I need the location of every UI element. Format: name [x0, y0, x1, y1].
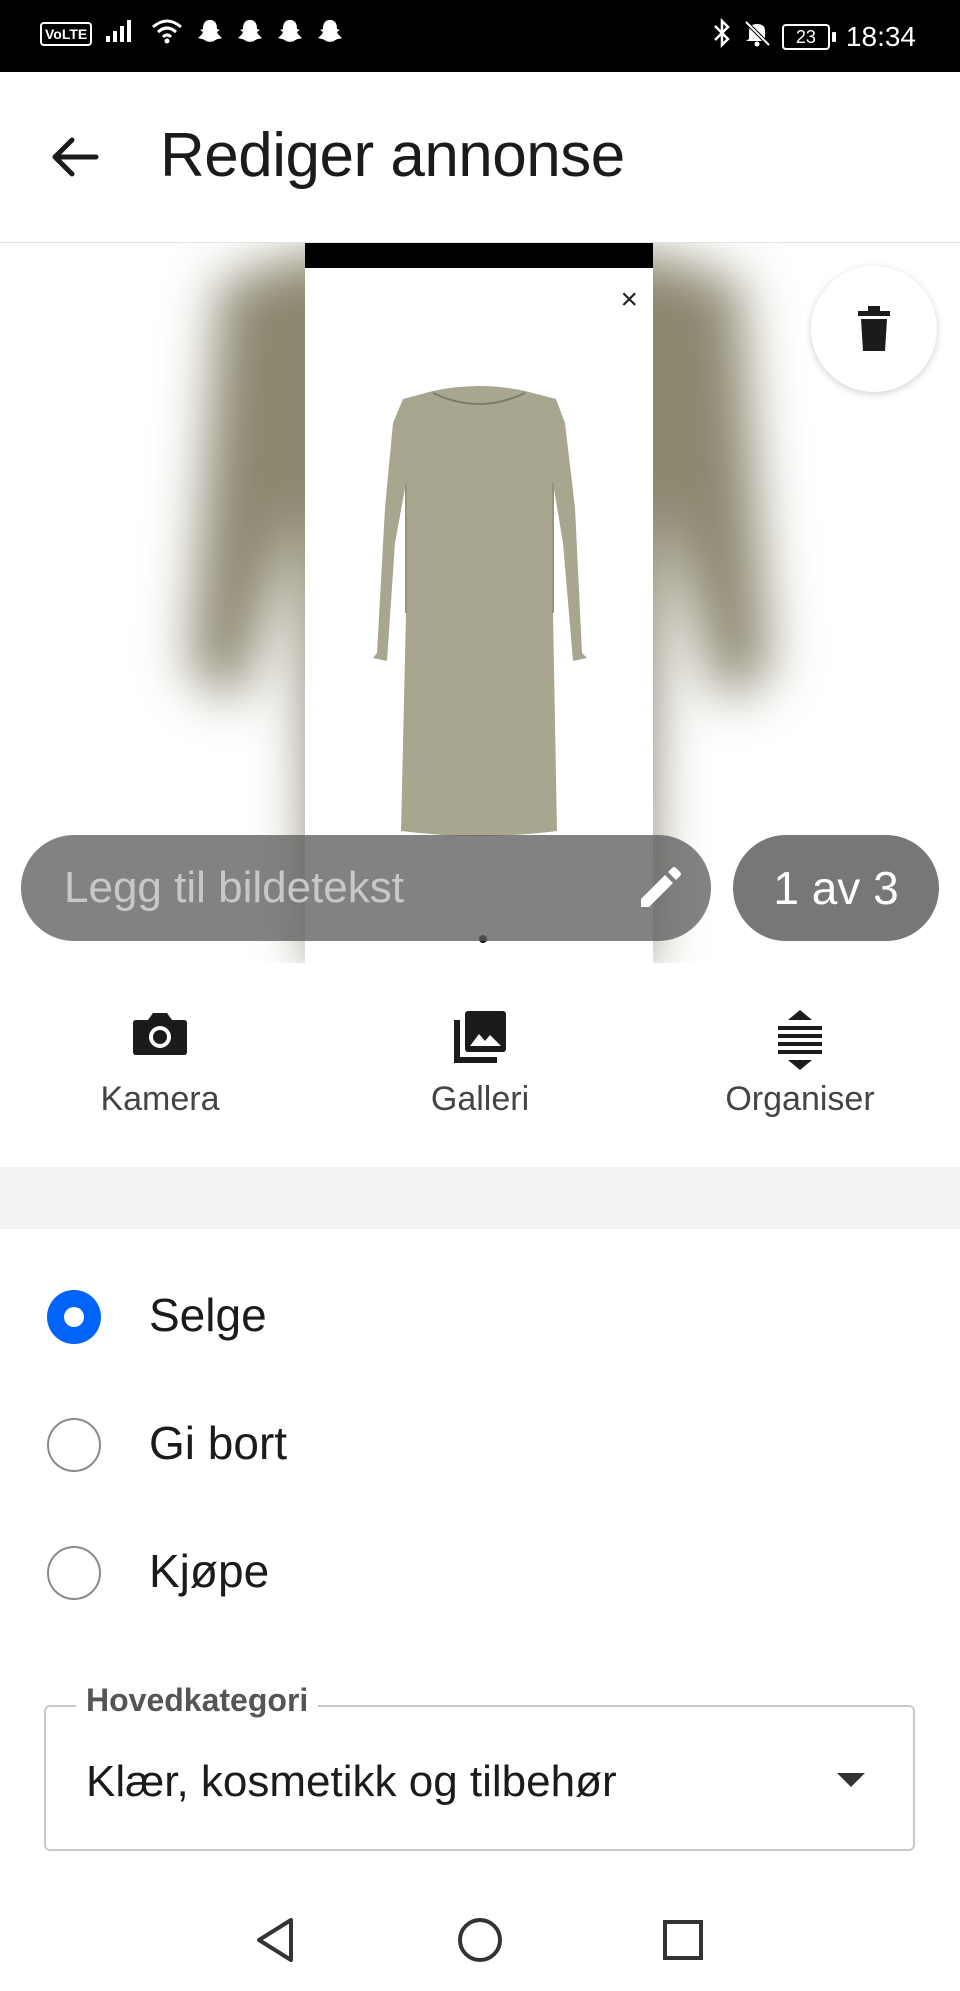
gallery-button[interactable]: Galleri: [360, 1000, 600, 1130]
radio-option-give-away[interactable]: Gi bort: [0, 1390, 960, 1500]
nav-home-icon: [458, 1918, 502, 1962]
radio-option-buy[interactable]: Kjøpe: [0, 1518, 960, 1628]
section-divider: [0, 1167, 960, 1229]
camera-button[interactable]: Kamera: [40, 1000, 280, 1130]
snapchat-icon: [276, 18, 304, 49]
nav-recents-button[interactable]: [653, 1910, 713, 1970]
status-left: VoLTE: [40, 18, 344, 49]
radio-label: Kjøpe: [149, 1545, 270, 1597]
volte-badge: VoLTE: [40, 21, 93, 46]
snapchat-icon: [316, 18, 344, 49]
nav-back-icon: [257, 1918, 293, 1962]
caption-input[interactable]: Legg til bildetekst: [21, 835, 711, 941]
gallery-label: Galleri: [430, 1080, 530, 1118]
nav-home-button[interactable]: [450, 1910, 510, 1970]
back-button[interactable]: [40, 127, 110, 187]
clock: 18:34: [845, 20, 916, 52]
system-nav-bar: [0, 1880, 960, 1991]
status-right: 23 18:34: [712, 17, 916, 55]
trash-icon: [858, 306, 890, 351]
caption-placeholder: Legg til bildetekst: [64, 863, 404, 912]
reorder-icon: [778, 1010, 822, 1070]
status-bar: VoLTE 23 18:34: [0, 0, 960, 72]
bluetooth-icon: [712, 17, 732, 55]
mute-bell-icon: [742, 18, 772, 55]
camera-icon: [133, 1013, 187, 1055]
radio-label: Selge: [149, 1289, 267, 1341]
organize-label: Organiser: [725, 1080, 875, 1118]
app-bar: Rediger annonse: [0, 72, 960, 243]
radio-label: Gi bort: [149, 1417, 288, 1469]
image-counter: 1 av 3: [733, 835, 939, 941]
radio-button-checked[interactable]: [47, 1290, 101, 1344]
select-legend: Hovedkategori: [76, 1682, 319, 1719]
delete-image-button[interactable]: [811, 266, 937, 392]
radio-button[interactable]: [47, 1546, 101, 1600]
camera-label: Kamera: [100, 1080, 220, 1118]
battery-icon: 23: [781, 23, 836, 50]
radio-option-sell[interactable]: Selge: [0, 1262, 960, 1372]
snapchat-icon: [236, 18, 264, 49]
radio-button[interactable]: [47, 1418, 101, 1472]
chevron-down-icon: [837, 1773, 865, 1787]
page-title: Rediger annonse: [160, 121, 625, 190]
media-actions: Kamera Galleri Organiser: [0, 1000, 960, 1130]
select-value: Klær, kosmetikk og tilbehør: [86, 1757, 617, 1806]
signal-icon: [104, 18, 138, 49]
battery-level: 23: [781, 23, 830, 50]
wifi-icon: [150, 18, 184, 49]
organize-button[interactable]: Organiser: [680, 1000, 920, 1130]
nav-back-button[interactable]: [245, 1910, 305, 1970]
arrow-left-icon: [52, 137, 99, 177]
gallery-icon: [454, 1011, 506, 1063]
snapchat-icon: [196, 18, 224, 49]
nav-recents-icon: [663, 1920, 703, 1960]
pencil-icon[interactable]: [637, 865, 683, 916]
main-category-select[interactable]: Klær, kosmetikk og tilbehør: [44, 1705, 915, 1851]
